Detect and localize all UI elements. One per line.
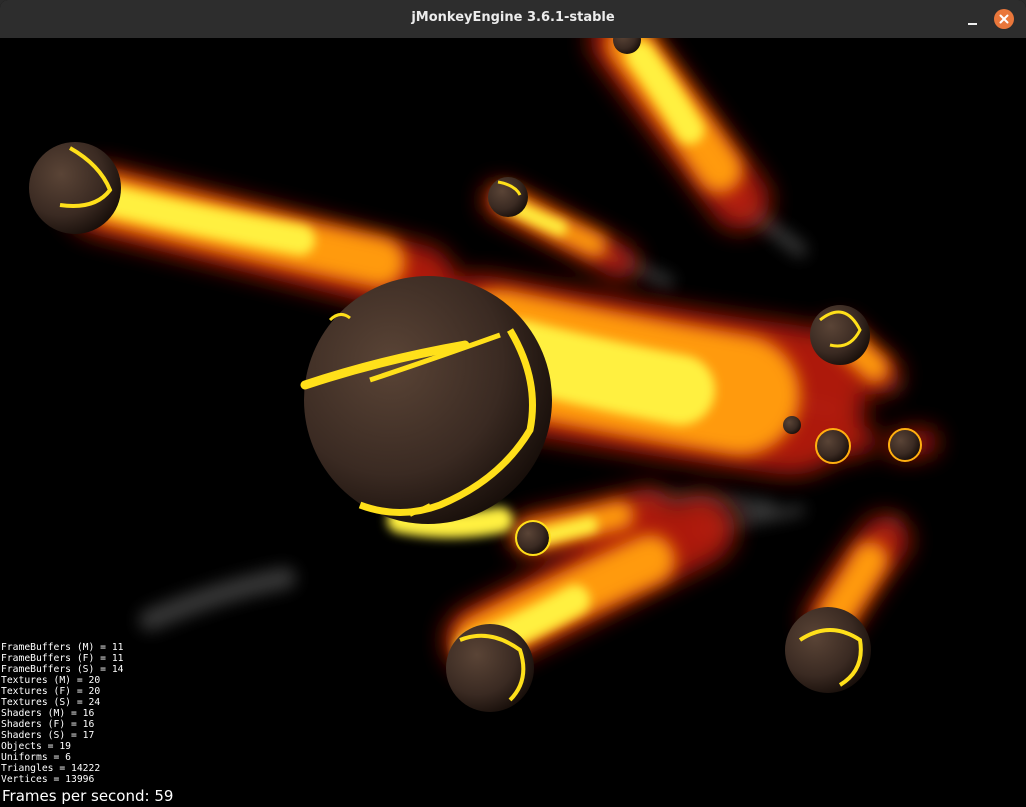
- fps-counter: Frames per second: 59: [2, 787, 174, 805]
- app-window: jMonkeyEngine 3.6.1-stable FrameBuffers …: [0, 0, 1026, 807]
- stat-line: Textures (M) = 20: [1, 675, 101, 686]
- stat-line: FrameBuffers (S) = 14: [1, 664, 124, 675]
- window-title: jMonkeyEngine 3.6.1-stable: [411, 10, 615, 25]
- meteor-large: [300, 276, 552, 524]
- stat-line: Shaders (S) = 17: [1, 730, 95, 741]
- stat-line: FrameBuffers (M) = 11: [1, 642, 124, 653]
- stats-overlay: FrameBuffers (M) = 11 FrameBuffers (F) =…: [1, 642, 123, 785]
- stat-line: FrameBuffers (F) = 11: [1, 653, 124, 664]
- stat-line: Shaders (F) = 16: [1, 719, 95, 730]
- render-viewport[interactable]: FrameBuffers (M) = 11 FrameBuffers (F) =…: [0, 38, 1026, 807]
- meteor-scene: [29, 38, 938, 712]
- title-bar[interactable]: jMonkeyEngine 3.6.1-stable: [0, 0, 1026, 39]
- stat-line: Shaders (M) = 16: [1, 708, 95, 719]
- minimize-icon: [968, 23, 977, 25]
- meteor-bottom-mid: [446, 624, 534, 712]
- meteor-small-3: [515, 520, 551, 556]
- meteor-right-2: [815, 428, 851, 464]
- close-button[interactable]: [994, 9, 1014, 29]
- meteor-small-1: [488, 177, 528, 217]
- stat-line: Uniforms = 6: [1, 752, 71, 763]
- stat-line: Vertices = 13996: [1, 774, 95, 785]
- meteor-right-1: [810, 305, 870, 365]
- minimize-button[interactable]: [960, 8, 984, 30]
- close-icon: [999, 14, 1009, 24]
- meteor-bottom-right: [785, 607, 871, 693]
- stat-line: Objects = 19: [1, 741, 71, 752]
- stat-line: Textures (F) = 20: [1, 686, 101, 697]
- meteor-small-2: [783, 416, 801, 434]
- stat-line: Triangles = 14222: [1, 763, 101, 774]
- meteor-right-3: [888, 428, 922, 462]
- stat-line: Textures (S) = 24: [1, 697, 101, 708]
- meteor-top-left: [29, 142, 121, 234]
